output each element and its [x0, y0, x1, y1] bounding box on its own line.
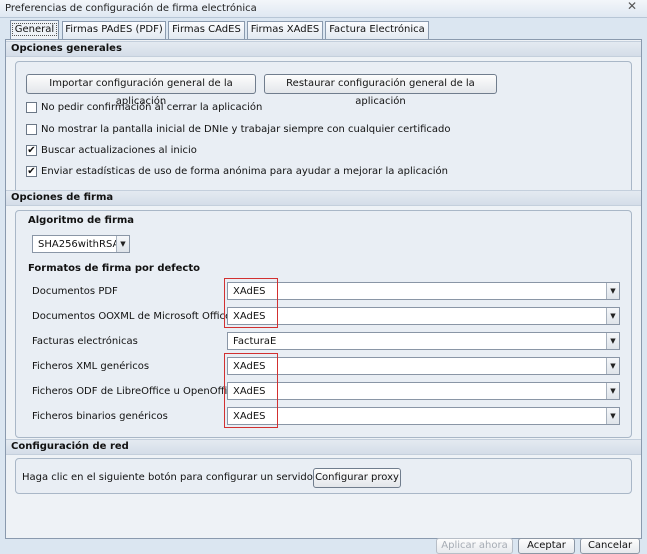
ooxml-format-select[interactable]: XAdES ▼	[227, 307, 620, 325]
chevron-down-icon[interactable]: ▼	[606, 358, 619, 374]
algorithm-label: Algoritmo de firma	[28, 215, 135, 226]
general-options-header: Opciones generales	[6, 41, 641, 57]
chevron-down-icon[interactable]: ▼	[116, 236, 129, 252]
default-formats-label: Formatos de firma por defecto	[28, 263, 200, 274]
chevron-down-icon[interactable]: ▼	[606, 333, 619, 349]
restore-config-button[interactable]: Restaurar configuración general de la ap…	[264, 74, 497, 107]
invoices-format-label: Facturas electrónicas	[32, 336, 138, 347]
tab-general[interactable]: General	[10, 20, 59, 39]
tab-cades[interactable]: Firmas CAdES	[168, 21, 245, 39]
close-icon[interactable]: ✕	[627, 0, 637, 13]
accept-button[interactable]: Aceptar	[518, 538, 575, 554]
signature-options-header: Opciones de firma	[6, 190, 641, 206]
no-dnie-screen-label: No mostrar la pantalla inicial de DNIe y…	[41, 124, 451, 135]
no-dnie-screen-checkbox[interactable]	[26, 124, 37, 135]
xml-format-label: Ficheros XML genéricos	[32, 361, 150, 372]
binary-format-select[interactable]: XAdES ▼	[227, 407, 620, 425]
binary-format-label: Ficheros binarios genéricos	[32, 411, 168, 422]
algorithm-select[interactable]: SHA256withRSA ▼	[32, 235, 130, 253]
checkbox-row-no-confirm[interactable]: No pedir confirmación al cerrar la aplic…	[26, 101, 526, 115]
chevron-down-icon[interactable]: ▼	[606, 308, 619, 324]
window-titlebar: Preferencias de configuración de firma e…	[0, 0, 647, 18]
no-confirm-checkbox[interactable]	[26, 102, 37, 113]
check-updates-checkbox[interactable]: ✔	[26, 145, 37, 156]
tab-factura[interactable]: Factura Electrónica	[325, 21, 429, 39]
tab-pades[interactable]: Firmas PAdES (PDF)	[62, 21, 166, 39]
xml-format-select[interactable]: XAdES ▼	[227, 357, 620, 375]
proxy-description: Haga clic en el siguiente botón para con…	[22, 472, 350, 483]
algorithm-value: SHA256withRSA	[38, 239, 120, 250]
tab-xades[interactable]: Firmas XAdES	[247, 21, 323, 39]
send-stats-checkbox[interactable]: ✔	[26, 166, 37, 177]
general-options-group: Importar configuración general de la apl…	[15, 61, 632, 199]
configure-proxy-button[interactable]: Configurar proxy	[313, 468, 401, 488]
chevron-down-icon[interactable]: ▼	[606, 283, 619, 299]
odf-format-label: Ficheros ODF de LibreOffice u OpenOffice	[32, 386, 239, 397]
chevron-down-icon[interactable]: ▼	[606, 383, 619, 399]
no-confirm-label: No pedir confirmación al cerrar la aplic…	[41, 102, 263, 113]
invoices-format-select[interactable]: FacturaE ▼	[227, 332, 620, 350]
odf-format-select[interactable]: XAdES ▼	[227, 382, 620, 400]
apply-now-button[interactable]: Aplicar ahora	[436, 538, 513, 554]
pdf-format-select[interactable]: XAdES ▼	[227, 282, 620, 300]
check-updates-label: Buscar actualizaciones al inicio	[41, 145, 197, 156]
network-group: Haga clic en el siguiente botón para con…	[15, 458, 632, 494]
general-panel: Opciones generales Importar configuració…	[5, 39, 642, 554]
send-stats-label: Enviar estadísticas de uso de forma anón…	[41, 166, 448, 177]
chevron-down-icon[interactable]: ▼	[606, 408, 619, 424]
ooxml-format-label: Documentos OOXML de Microsoft Office	[32, 311, 232, 322]
checkbox-row-updates[interactable]: ✔ Buscar actualizaciones al inicio	[26, 144, 526, 158]
checkbox-row-no-dnie[interactable]: No mostrar la pantalla inicial de DNIe y…	[26, 123, 546, 137]
window-title: Preferencias de configuración de firma e…	[5, 3, 257, 14]
import-config-button[interactable]: Importar configuración general de la apl…	[26, 74, 256, 107]
cancel-button[interactable]: Cancelar	[580, 538, 640, 554]
pdf-format-label: Documentos PDF	[32, 286, 118, 297]
network-header: Configuración de red	[6, 439, 641, 455]
signature-options-group: Algoritmo de firma SHA256withRSA ▼ Forma…	[15, 210, 632, 438]
checkbox-row-stats[interactable]: ✔ Enviar estadísticas de uso de forma an…	[26, 165, 546, 179]
